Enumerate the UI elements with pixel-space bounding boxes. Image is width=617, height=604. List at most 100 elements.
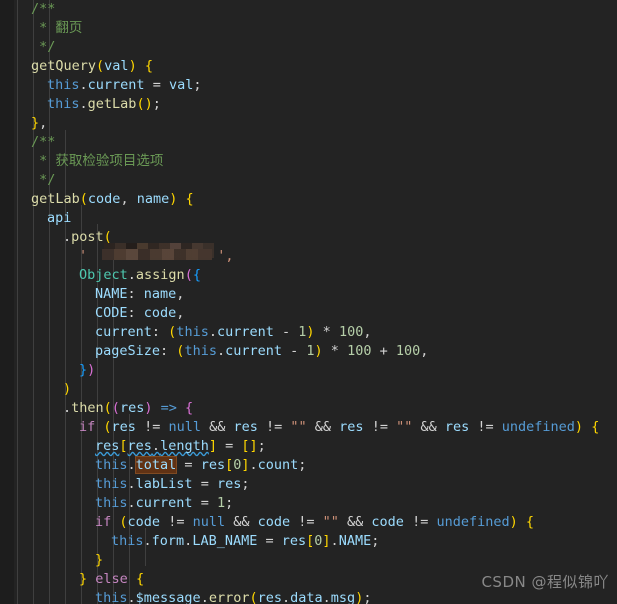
code-token: LAB_NAME <box>192 533 258 549</box>
code-token: val <box>168 77 194 93</box>
code-token: ; <box>257 438 266 454</box>
code-token: ; <box>152 96 161 112</box>
code-line[interactable]: NAME: name, <box>0 285 184 304</box>
code-token: { <box>135 571 145 587</box>
code-token: => <box>160 400 177 416</box>
code-token: /** <box>31 134 56 150</box>
code-token: current <box>135 495 193 511</box>
code-token: current <box>216 324 274 340</box>
code-token: { <box>185 191 194 207</box>
code-token: , <box>120 191 137 207</box>
code-token: { <box>192 267 201 283</box>
code-line[interactable]: this.total = res[0].count; <box>0 456 306 475</box>
code-line[interactable]: .then((res) => { <box>0 399 193 418</box>
code-line[interactable]: this.current = 1; <box>0 494 233 513</box>
code-line[interactable]: /** <box>0 0 55 19</box>
code-token: this <box>47 77 80 93</box>
code-token: ) <box>144 96 153 112</box>
code-line[interactable]: getQuery(val) { <box>0 57 153 76</box>
code-token: ) <box>314 343 323 359</box>
code-token: this <box>47 96 80 112</box>
code-token: 1 <box>216 495 226 511</box>
code-token: . <box>200 590 209 604</box>
code-line[interactable]: if (code != null && code != "" && code !… <box>0 513 534 532</box>
code-token: . <box>127 476 136 492</box>
code-token: . <box>127 267 136 283</box>
code-token: != <box>257 419 291 435</box>
code-token: assign <box>135 267 185 283</box>
code-line[interactable]: CODE: code, <box>0 304 184 323</box>
code-token: if <box>95 514 112 530</box>
code-token: , <box>176 305 185 321</box>
code-line[interactable]: pageSize: (this.current - 1) * 100 + 100… <box>0 342 428 361</box>
code-token: code <box>143 305 177 321</box>
code-token: : <box>127 286 144 302</box>
code-token: ] <box>322 533 331 549</box>
code-line[interactable]: .post( <box>0 228 112 247</box>
code-token: [ <box>119 438 128 454</box>
code-text-layer[interactable]: /** * 翻页 */getQuery(val) {this.current =… <box>0 0 617 604</box>
code-line[interactable]: } <box>0 551 103 570</box>
code-token: . <box>127 590 136 604</box>
code-line[interactable]: if (res != null && res != "" && res != "… <box>0 418 599 437</box>
code-token: $message <box>135 590 201 604</box>
code-token: undefined <box>436 514 510 530</box>
code-line[interactable]: api <box>0 209 71 228</box>
code-line[interactable]: */ <box>0 171 55 190</box>
code-line[interactable]: * 获取检验项目选项 <box>0 152 163 171</box>
code-token: ( <box>96 58 105 74</box>
code-token: this <box>111 533 144 549</box>
code-token: && <box>200 419 234 435</box>
code-token: api <box>47 210 72 226</box>
code-token: && <box>225 514 258 530</box>
code-token: . <box>330 533 339 549</box>
code-token: Object <box>79 267 128 283</box>
code-token: name <box>136 191 170 207</box>
code-line[interactable]: */ <box>0 38 55 57</box>
code-line[interactable]: this.getLab(); <box>0 95 161 114</box>
code-line[interactable]: getLab(code, name) { <box>0 190 194 209</box>
code-token: res <box>233 419 258 435</box>
code-token: res <box>339 419 364 435</box>
code-token: res <box>200 457 226 473</box>
code-token: msg <box>330 590 356 604</box>
code-token: CODE <box>95 305 128 321</box>
code-token: ( <box>103 400 112 416</box>
code-line[interactable]: this.labList = res; <box>0 475 249 494</box>
code-line[interactable]: * 翻页 <box>0 19 82 38</box>
code-token: { <box>525 514 535 530</box>
code-line[interactable]: }, <box>0 114 47 133</box>
code-line[interactable]: this.form.LAB_NAME = res[0].NAME; <box>0 532 379 551</box>
code-line[interactable]: /** <box>0 133 55 152</box>
code-token: . <box>63 229 72 245</box>
code-token: ; <box>363 590 372 604</box>
code-token: , <box>363 324 372 340</box>
code-token: = <box>216 438 242 454</box>
code-line[interactable]: } else { <box>0 570 144 589</box>
code-token: current <box>87 77 145 93</box>
code-token: res <box>444 419 470 435</box>
code-token: * <box>322 343 348 359</box>
code-token: code <box>127 514 161 530</box>
code-editor-screenshot: /** * 翻页 */getQuery(val) {this.current =… <box>0 0 617 604</box>
code-line[interactable]: current: (this.current - 1) * 100, <box>0 323 371 342</box>
code-token: val <box>104 58 129 74</box>
code-token: } <box>79 362 88 378</box>
code-line[interactable]: ) <box>0 380 71 399</box>
code-token: . <box>127 457 136 473</box>
code-line[interactable]: res[res.length] = []; <box>0 437 266 456</box>
code-token: [ <box>225 457 234 473</box>
code-token: ', <box>217 248 234 264</box>
code-token: . <box>208 324 217 340</box>
code-line[interactable]: Object.assign({ <box>0 266 201 285</box>
code-token: undefined <box>501 419 575 435</box>
code-token: != <box>469 419 502 435</box>
code-token: ; <box>298 457 307 473</box>
code-token: res <box>111 419 136 435</box>
code-token: && <box>306 419 340 435</box>
code-line[interactable]: }) <box>0 361 95 380</box>
code-token: , <box>39 115 48 131</box>
code-line[interactable]: this.current = val; <box>0 76 201 95</box>
code-line[interactable]: this.$message.error(res.data.msg); <box>0 589 371 604</box>
